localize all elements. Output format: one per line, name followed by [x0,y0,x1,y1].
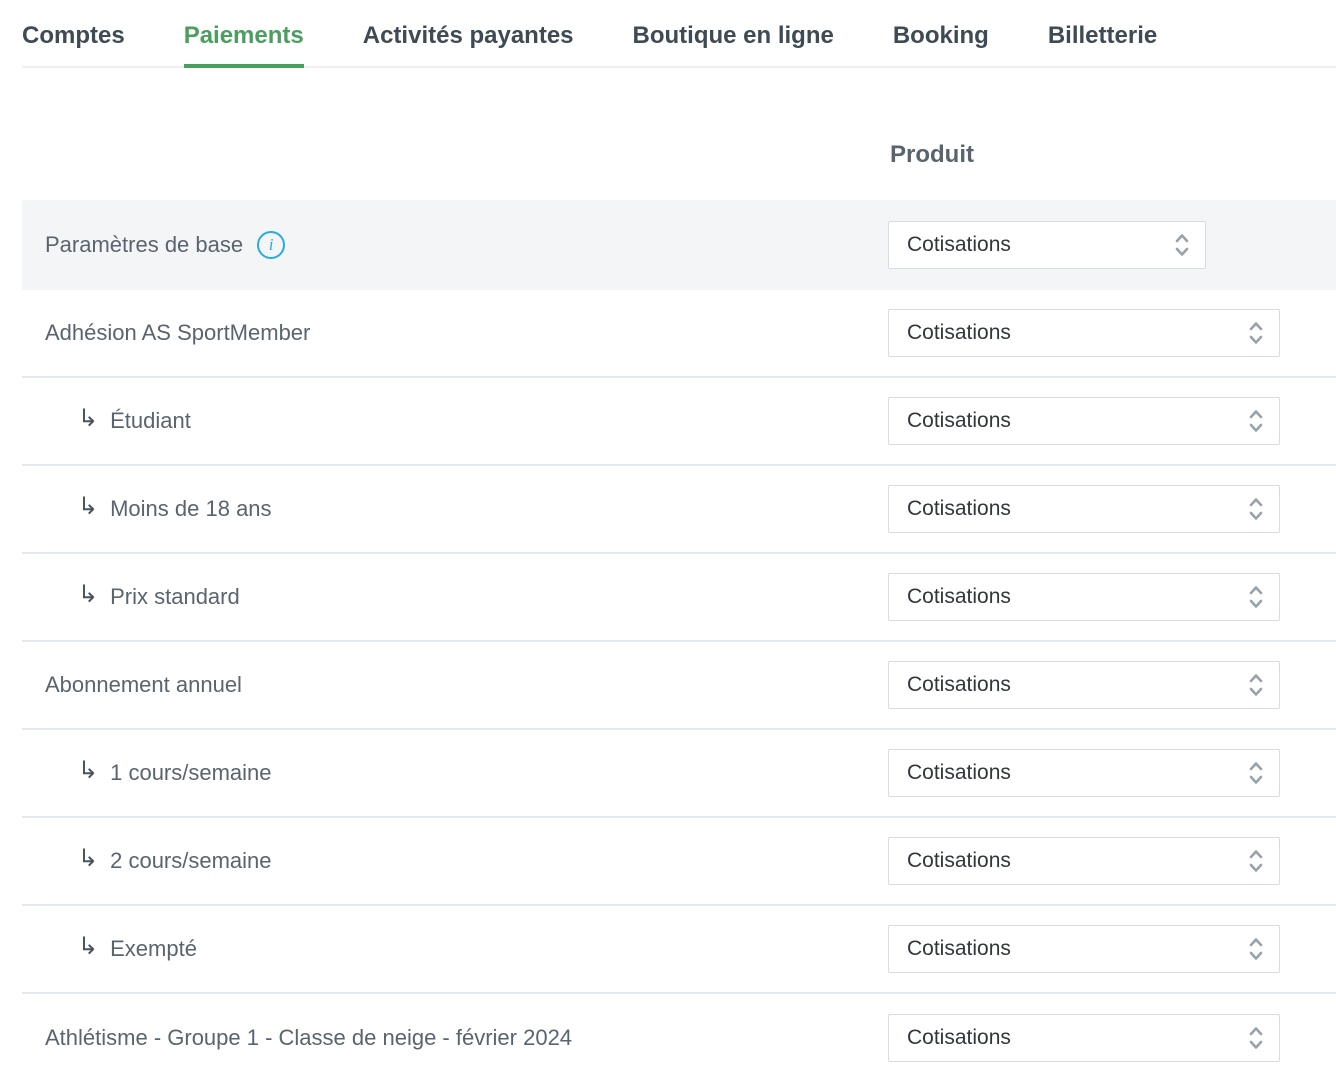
tab-billetterie[interactable]: Billetterie [1048,21,1157,68]
product-select-value: Cotisations [907,497,1011,521]
product-select-value: Cotisations [907,849,1011,873]
top-tab-bar: Comptes Paiements Activités payantes Bou… [0,0,1336,68]
row-label-text: Exempté [110,936,197,962]
table-row-exempte: ↳ Exempté Cotisations [22,906,1336,994]
product-select-value: Cotisations [907,761,1011,785]
tab-activites-payantes[interactable]: Activités payantes [363,21,574,68]
sub-item-arrow-icon: ↳ [78,583,98,607]
sub-item-arrow-icon: ↳ [78,935,98,959]
row-label-text: Abonnement annuel [45,672,242,698]
product-select-value: Cotisations [907,233,1011,257]
tab-comptes[interactable]: Comptes [22,21,125,68]
product-select[interactable]: Cotisations [888,485,1280,533]
select-chevron-icon [1248,584,1264,610]
product-select[interactable]: Cotisations [888,925,1280,973]
row-label-text: Moins de 18 ans [110,496,271,522]
row-label: ↳ Prix standard [22,584,240,610]
select-chevron-icon [1248,936,1264,962]
product-column-header: Produit [0,142,1336,168]
row-label-text: Prix standard [110,584,240,610]
row-label: Abonnement annuel [22,672,242,698]
product-select[interactable]: Cotisations [888,661,1280,709]
row-label-text: Paramètres de base [45,232,243,258]
row-label: ↳ Moins de 18 ans [22,496,272,522]
payment-products-table: Paramètres de base i Cotisations Adhésio… [22,200,1336,1082]
row-label: ↳ 2 cours/semaine [22,848,272,874]
tab-booking[interactable]: Booking [893,21,989,68]
table-row-etudiant: ↳ Étudiant Cotisations [22,378,1336,466]
tab-boutique-en-ligne[interactable]: Boutique en ligne [633,21,834,68]
select-chevron-icon [1248,496,1264,522]
table-row-2-cours-semaine: ↳ 2 cours/semaine Cotisations [22,818,1336,906]
row-label: Adhésion AS SportMember [22,320,310,346]
row-label: ↳ Exempté [22,936,197,962]
product-select-value: Cotisations [907,585,1011,609]
product-select[interactable]: Cotisations [888,397,1280,445]
sub-item-arrow-icon: ↳ [78,759,98,783]
product-select-value: Cotisations [907,409,1011,433]
row-label-text: Athlétisme - Groupe 1 - Classe de neige … [45,1025,572,1051]
row-label: Paramètres de base i [22,231,285,259]
tab-paiements[interactable]: Paiements [184,21,304,68]
table-row-1-cours-semaine: ↳ 1 cours/semaine Cotisations [22,730,1336,818]
table-row-parametres-de-base: Paramètres de base i Cotisations [22,200,1336,290]
select-chevron-icon [1248,760,1264,786]
table-row-athletisme-groupe-1: Athlétisme - Groupe 1 - Classe de neige … [22,994,1336,1082]
sub-item-arrow-icon: ↳ [78,407,98,431]
select-chevron-icon [1248,1025,1264,1051]
select-chevron-icon [1248,408,1264,434]
select-chevron-icon [1248,320,1264,346]
select-chevron-icon [1174,232,1190,258]
product-select-value: Cotisations [907,937,1011,961]
row-label: ↳ Étudiant [22,408,191,434]
info-icon[interactable]: i [257,231,285,259]
row-label-text: Étudiant [110,408,191,434]
row-label-text: Adhésion AS SportMember [45,320,310,346]
select-chevron-icon [1248,672,1264,698]
product-select[interactable]: Cotisations [888,309,1280,357]
product-select-value: Cotisations [907,673,1011,697]
product-select[interactable]: Cotisations [888,1014,1280,1062]
select-chevron-icon [1248,848,1264,874]
row-label: ↳ 1 cours/semaine [22,760,272,786]
table-row-adhesion-as-sportmember: Adhésion AS SportMember Cotisations [22,290,1336,378]
product-select[interactable]: Cotisations [888,573,1280,621]
product-select-value: Cotisations [907,321,1011,345]
row-label: Athlétisme - Groupe 1 - Classe de neige … [22,1025,572,1051]
sub-item-arrow-icon: ↳ [78,495,98,519]
table-row-moins-de-18-ans: ↳ Moins de 18 ans Cotisations [22,466,1336,554]
table-row-prix-standard: ↳ Prix standard Cotisations [22,554,1336,642]
product-select[interactable]: Cotisations [888,749,1280,797]
row-label-text: 1 cours/semaine [110,760,271,786]
product-select[interactable]: Cotisations [888,837,1280,885]
row-label-text: 2 cours/semaine [110,848,271,874]
table-row-abonnement-annuel: Abonnement annuel Cotisations [22,642,1336,730]
product-select[interactable]: Cotisations [888,221,1206,269]
sub-item-arrow-icon: ↳ [78,847,98,871]
product-select-value: Cotisations [907,1026,1011,1050]
